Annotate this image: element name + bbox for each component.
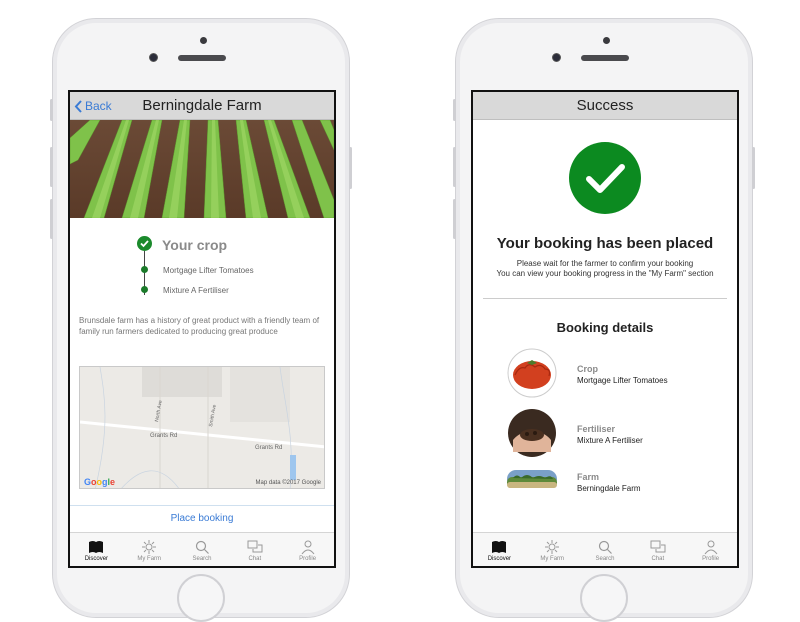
detail-value: Berningdale Farm <box>577 484 641 493</box>
detail-label: Farm <box>577 472 600 482</box>
your-crop-section: Your crop Mortgage Lifter Tomatoes Mixtu… <box>70 218 334 310</box>
book-icon <box>492 541 507 553</box>
map-road-label: Grants Rd <box>150 433 177 439</box>
tab-chat[interactable]: Chat <box>228 533 281 566</box>
chat-icon <box>650 540 666 553</box>
tab-profile[interactable]: Profile <box>684 533 737 566</box>
tab-label: My Farm <box>540 556 565 562</box>
mute-switch <box>50 99 53 121</box>
tab-bar: Discover My Farm Search Chat Profile <box>473 532 737 566</box>
detail-label: Crop <box>577 364 598 374</box>
detail-label: Fertiliser <box>577 424 616 434</box>
farm-description: Brunsdale farm has a history of great pr… <box>79 316 320 336</box>
tab-label: Profile <box>702 556 720 562</box>
tab-chat[interactable]: Chat <box>631 533 684 566</box>
timeline-dot <box>141 266 148 273</box>
power-button <box>349 147 352 189</box>
mute-switch <box>453 99 456 121</box>
soil-thumbnail <box>508 409 556 457</box>
earpiece-speaker <box>178 55 226 61</box>
sunflower-icon <box>142 540 157 554</box>
your-crop-title: Your crop <box>162 237 228 253</box>
search-icon <box>598 540 612 554</box>
search-icon <box>195 540 209 554</box>
map-credit: Map data ©2017 Google <box>255 480 321 486</box>
volume-up-button <box>50 147 53 187</box>
back-label: Back <box>85 99 112 113</box>
chevron-left-icon <box>74 99 82 113</box>
phone-left: Back Berningdale Farm Your crop Mortgage… <box>50 18 352 622</box>
phone-right: Success Your booking has been placed Ple… <box>453 18 755 622</box>
chat-icon <box>247 540 263 553</box>
page-title: Success <box>576 97 634 114</box>
sunflower-icon <box>545 540 560 554</box>
tab-discover[interactable]: Discover <box>70 533 123 566</box>
divider <box>483 298 727 299</box>
tab-label: Discover <box>84 556 109 562</box>
map-road-label: Grants Rd <box>255 445 282 451</box>
success-check-icon <box>569 142 641 214</box>
volume-down-button <box>453 199 456 239</box>
tab-my-farm[interactable]: My Farm <box>526 533 579 566</box>
tab-my-farm[interactable]: My Farm <box>123 533 176 566</box>
tab-profile[interactable]: Profile <box>281 533 334 566</box>
detail-value: Mixture A Fertiliser <box>577 436 643 445</box>
page-title: Berningdale Farm <box>142 97 262 114</box>
tab-search[interactable]: Search <box>579 533 632 566</box>
place-booking-button[interactable]: Place booking <box>70 505 334 533</box>
tab-label: Profile <box>299 556 317 562</box>
timeline-dot <box>141 286 148 293</box>
detail-value: Mortgage Lifter Tomatoes <box>577 376 668 385</box>
success-screen: Success Your booking has been placed Ple… <box>471 90 739 568</box>
crop-item: Mortgage Lifter Tomatoes <box>163 266 254 275</box>
tab-discover[interactable]: Discover <box>473 533 526 566</box>
home-button[interactable] <box>177 574 225 622</box>
farm-map[interactable]: Grants Rd Grants Rd North Ave Smith Ave … <box>79 366 325 489</box>
tab-label: Chat <box>651 556 665 562</box>
nav-bar: Success <box>473 92 737 120</box>
volume-down-button <box>50 199 53 239</box>
back-button[interactable]: Back <box>74 92 112 120</box>
tab-label: Search <box>595 556 615 562</box>
confirm-message: Please wait for the farmer to confirm yo… <box>516 259 694 268</box>
front-camera <box>200 37 207 44</box>
check-circle-icon <box>137 236 152 251</box>
tab-bar: Discover My Farm Search Chat Profile <box>70 532 334 566</box>
earpiece-speaker <box>581 55 629 61</box>
tomato-thumbnail <box>507 348 557 398</box>
google-logo: Google <box>84 477 116 487</box>
tab-label: Search <box>192 556 212 562</box>
booking-details-title: Booking details <box>556 320 654 335</box>
booking-placed-headline: Your booking has been placed <box>496 235 714 252</box>
profile-icon <box>704 540 717 555</box>
power-button <box>752 147 755 189</box>
nav-bar: Back Berningdale Farm <box>70 92 334 120</box>
farm-hero-image <box>70 120 334 218</box>
farm-detail-screen: Back Berningdale Farm Your crop Mortgage… <box>68 90 336 568</box>
tab-search[interactable]: Search <box>176 533 229 566</box>
tab-label: Chat <box>248 556 262 562</box>
camera-lens <box>149 53 158 62</box>
map-graphic: Grants Rd Grants Rd North Ave Smith Ave <box>80 367 324 488</box>
farm-thumbnail <box>507 470 557 488</box>
tab-label: Discover <box>487 556 512 562</box>
book-icon <box>89 541 104 553</box>
crop-item: Mixture A Fertiliser <box>163 286 229 295</box>
front-camera <box>603 37 610 44</box>
camera-lens <box>552 53 561 62</box>
tab-label: My Farm <box>137 556 162 562</box>
home-button[interactable] <box>580 574 628 622</box>
profile-icon <box>301 540 314 555</box>
progress-message: You can view your booking progress in th… <box>496 269 714 278</box>
volume-up-button <box>453 147 456 187</box>
